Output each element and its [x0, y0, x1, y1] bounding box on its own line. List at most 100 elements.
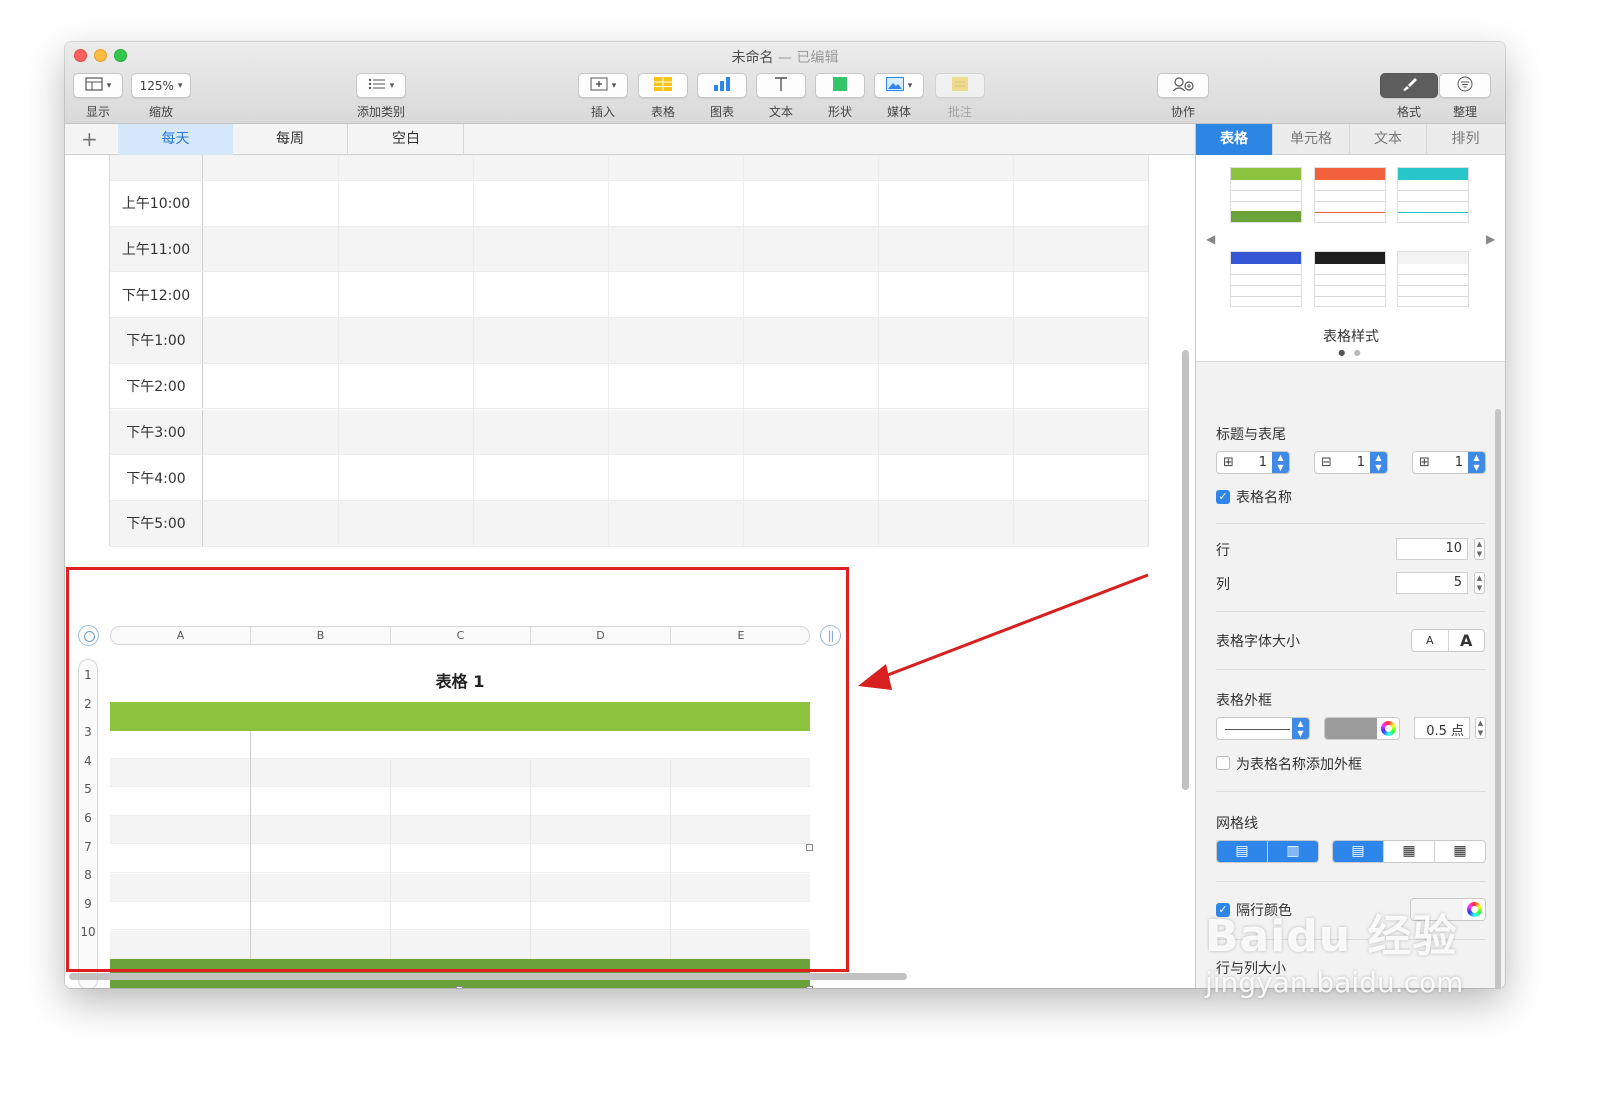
table-row[interactable]: [110, 873, 810, 902]
schedule-table[interactable]: 上午10:00 上午11:00 下午12:00 下午1:00 下午2:00 下午3:00 下…: [109, 155, 1149, 547]
chart-button[interactable]: [697, 73, 747, 98]
shape-button[interactable]: [815, 73, 865, 98]
decrease-font-button[interactable]: A: [1412, 630, 1449, 651]
new-table[interactable]: ABCDE || 1 2 3 4 5 6 7 8 9 10 表格 1: [65, 610, 855, 988]
schedule-row[interactable]: 下午4:00: [110, 455, 1148, 501]
table-row[interactable]: [110, 788, 810, 816]
columns-stepper[interactable]: ▲ ▼: [1474, 572, 1485, 594]
tab-text[interactable]: 文本: [1350, 124, 1427, 155]
border-width-stepper[interactable]: ▲ ▼: [1475, 717, 1486, 739]
tab-arrange[interactable]: 排列: [1427, 124, 1504, 155]
table-style-swatch[interactable]: [1230, 251, 1302, 307]
border-width-field[interactable]: 0.5 点: [1414, 717, 1470, 739]
table-style-swatch[interactable]: [1397, 251, 1469, 307]
row-header-9[interactable]: 9: [79, 897, 97, 911]
resize-handle-bottom[interactable]: [456, 986, 463, 988]
format-button[interactable]: [1380, 73, 1438, 98]
inspector-scrollbar[interactable]: [1495, 409, 1501, 988]
add-sheet-button[interactable]: +: [81, 127, 98, 151]
chevron-left-icon[interactable]: ◀: [1206, 232, 1215, 246]
insert-button[interactable]: ▾: [578, 73, 628, 98]
increase-font-button[interactable]: A: [1449, 630, 1485, 651]
column-header-b[interactable]: B: [251, 627, 391, 644]
schedule-row[interactable]: 下午12:00: [110, 272, 1148, 319]
chevron-right-icon[interactable]: ▶: [1486, 232, 1495, 246]
schedule-row[interactable]: 上午11:00: [110, 226, 1148, 273]
schedule-row[interactable]: 下午5:00: [110, 500, 1148, 547]
collaborate-button[interactable]: [1157, 73, 1209, 98]
tab-blank[interactable]: 空白: [349, 124, 464, 155]
column-header-d[interactable]: D: [531, 627, 671, 644]
table-row[interactable]: [110, 902, 810, 931]
text-button[interactable]: [756, 73, 806, 98]
color-wheel-icon[interactable]: [1381, 721, 1396, 736]
document-canvas[interactable]: 上午10:00 上午11:00 下午12:00 下午1:00 下午2:00 下午3:00 下…: [65, 155, 1195, 988]
border-style-popup[interactable]: ▲ ▼: [1216, 717, 1310, 740]
table-style-swatch[interactable]: [1230, 167, 1302, 223]
vertical-lines-button[interactable]: ▥: [1268, 841, 1318, 862]
rows-field[interactable]: 10: [1396, 538, 1468, 560]
columns-field[interactable]: 5: [1396, 572, 1468, 594]
vertical-scrollbar[interactable]: [1182, 350, 1189, 790]
header-rows-stepper[interactable]: ⊞ 1 ▲ ▼: [1216, 451, 1290, 474]
tab-cell[interactable]: 单元格: [1273, 124, 1350, 155]
body-vertical-lines-button[interactable]: ▦: [1384, 841, 1435, 862]
header-columns-stepper[interactable]: ⊟ 1 ▲ ▼: [1314, 451, 1388, 474]
row-header-bar[interactable]: 1 2 3 4 5 6 7 8 9 10: [78, 659, 98, 988]
row-header-1[interactable]: 1: [79, 668, 97, 682]
tab-weekly[interactable]: 每周: [233, 124, 348, 155]
table-row[interactable]: [110, 845, 810, 873]
row-header-3[interactable]: 3: [79, 725, 97, 739]
table-button[interactable]: [638, 73, 688, 98]
rows-stepper[interactable]: ▲ ▼: [1474, 538, 1485, 560]
table-style-swatch[interactable]: [1314, 167, 1386, 223]
comment-button[interactable]: [935, 73, 985, 98]
table-title[interactable]: 表格 1: [110, 668, 810, 692]
resize-handle-right[interactable]: [806, 844, 813, 851]
table-row[interactable]: [110, 731, 810, 759]
stepper-arrows-icon[interactable]: ▲ ▼: [1468, 452, 1485, 473]
tab-table[interactable]: 表格: [1196, 124, 1273, 155]
resize-handle-corner[interactable]: [806, 986, 813, 988]
title-outline-checkbox[interactable]: [1216, 756, 1230, 770]
body-horizontal-lines-button[interactable]: ▤: [1333, 841, 1384, 862]
row-header-10[interactable]: 10: [79, 925, 97, 939]
row-header-5[interactable]: 5: [79, 782, 97, 796]
row-header-8[interactable]: 8: [79, 868, 97, 882]
schedule-row[interactable]: [110, 155, 1148, 181]
footer-lines-button[interactable]: ▦: [1435, 841, 1485, 862]
row-header-2[interactable]: 2: [79, 697, 97, 711]
row-header-4[interactable]: 4: [79, 754, 97, 768]
table-row[interactable]: [110, 759, 810, 788]
column-header-a[interactable]: A: [111, 627, 251, 644]
footer-rows-stepper[interactable]: ⊞ 1 ▲ ▼: [1412, 451, 1486, 474]
add-column-handle[interactable]: ||: [820, 625, 841, 646]
schedule-row[interactable]: 下午3:00: [110, 409, 1148, 456]
organize-button[interactable]: [1439, 73, 1491, 98]
header-row[interactable]: [110, 702, 810, 731]
table-style-swatch[interactable]: [1397, 167, 1469, 223]
table-row[interactable]: [110, 816, 810, 845]
table-row[interactable]: [110, 930, 810, 959]
stepper-arrows-icon[interactable]: ▲ ▼: [1370, 452, 1387, 473]
row-header-6[interactable]: 6: [79, 811, 97, 825]
column-header-bar[interactable]: ABCDE: [110, 626, 810, 645]
tab-daily[interactable]: 每天: [118, 124, 233, 155]
horizontal-lines-button[interactable]: ▤: [1217, 841, 1268, 862]
zoom-button[interactable]: 125% ▾: [131, 73, 191, 98]
add-category-button[interactable]: ▾: [356, 73, 406, 98]
table-select-handle[interactable]: [78, 625, 99, 646]
column-header-e[interactable]: E: [671, 627, 811, 644]
column-header-c[interactable]: C: [391, 627, 531, 644]
border-color-well[interactable]: [1324, 717, 1400, 740]
stepper-arrows-icon[interactable]: ▲ ▼: [1272, 452, 1289, 473]
schedule-row[interactable]: 上午10:00: [110, 181, 1148, 227]
row-header-7[interactable]: 7: [79, 840, 97, 854]
media-button[interactable]: ▾: [874, 73, 924, 98]
view-button[interactable]: ▾: [73, 73, 123, 98]
schedule-row[interactable]: 下午2:00: [110, 363, 1148, 410]
schedule-row[interactable]: 下午1:00: [110, 318, 1148, 364]
color-wheel-icon[interactable]: [1467, 902, 1482, 917]
table-style-swatch[interactable]: [1314, 251, 1386, 307]
horizontal-scrollbar[interactable]: [69, 973, 907, 980]
